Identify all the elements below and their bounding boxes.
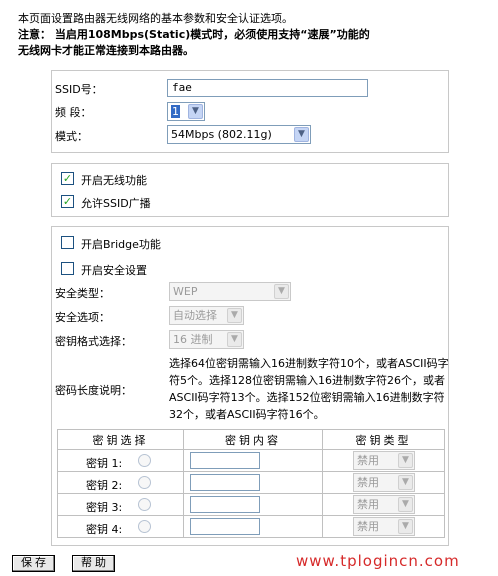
key-label: 密钥 1: bbox=[86, 457, 123, 470]
key-type-cell: 禁用 ▼ bbox=[322, 449, 445, 472]
key-table: 密钥选择 密钥内容 密钥类型 密钥 1: 禁用 ▼ 密钥 2: 禁用 ▼ 密钥 … bbox=[57, 429, 445, 538]
security-checkbox[interactable] bbox=[61, 262, 74, 275]
key-length-label: 密码长度说明： bbox=[55, 384, 132, 397]
key-1-type-select[interactable]: 禁用 ▼ bbox=[353, 451, 415, 470]
key-1-radio[interactable] bbox=[138, 454, 151, 467]
key-length-description: 选择64位密钥需输入16进制数字符10个，或者ASCII码字符5个。选择128位… bbox=[169, 357, 449, 421]
chevron-down-icon: ▼ bbox=[398, 519, 413, 534]
channel-label: 频 段： bbox=[55, 106, 92, 119]
key-content-header: 密钥内容 bbox=[183, 429, 323, 450]
key-4-radio[interactable] bbox=[138, 520, 151, 533]
mode-select[interactable]: 54Mbps (802.11g) ▼ bbox=[167, 125, 311, 144]
security-type-select[interactable]: WEP ▼ bbox=[169, 282, 291, 301]
key-select-cell: 密钥 3: bbox=[57, 493, 184, 516]
security-option-select[interactable]: 自动选择 ▼ bbox=[169, 306, 244, 325]
chevron-down-icon: ▼ bbox=[188, 104, 203, 119]
key-format-label: 密钥格式选择： bbox=[55, 335, 132, 348]
key-format-select[interactable]: 16 进制 ▼ bbox=[169, 330, 244, 349]
key-1-input[interactable] bbox=[190, 452, 260, 469]
table-row: 密钥 1: 禁用 ▼ bbox=[57, 449, 445, 472]
key-type-cell: 禁用 ▼ bbox=[322, 471, 445, 494]
table-row: 密钥 2: 禁用 ▼ bbox=[57, 471, 445, 494]
chevron-down-icon: ▼ bbox=[398, 497, 413, 512]
key-content-cell bbox=[183, 449, 323, 472]
mode-label: 模式： bbox=[55, 130, 88, 143]
security-type-label: 安全类型： bbox=[55, 287, 110, 300]
chevron-down-icon: ▼ bbox=[227, 308, 242, 323]
chevron-down-icon: ▼ bbox=[294, 127, 309, 142]
bridge-checkbox[interactable] bbox=[61, 236, 74, 249]
key-2-type-select[interactable]: 禁用 ▼ bbox=[353, 473, 415, 492]
chevron-down-icon: ▼ bbox=[274, 284, 289, 299]
key-2-radio[interactable] bbox=[138, 476, 151, 489]
key-2-type-value: 禁用 bbox=[357, 476, 379, 489]
key-content-cell bbox=[183, 515, 323, 538]
enable-wireless-label: 开启无线功能 bbox=[81, 174, 147, 187]
enable-wireless-checkbox[interactable]: ✓ bbox=[61, 172, 74, 185]
mode-note: 注意： 当启用108Mbps(Static)模式时，必须使用支持“速展”功能的 … bbox=[18, 27, 488, 59]
key-3-radio[interactable] bbox=[138, 498, 151, 511]
bridge-label: 开启Bridge功能 bbox=[81, 238, 161, 251]
key-label: 密钥 2: bbox=[86, 479, 123, 492]
page-intro: 本页面设置路由器无线网络的基本参数和安全认证选项。 bbox=[18, 12, 293, 25]
key-label: 密钥 4: bbox=[86, 523, 123, 536]
save-button[interactable]: 保存 bbox=[12, 555, 55, 572]
mode-note-line2: 无线网卡才能正常连接到本路由器。 bbox=[18, 44, 194, 57]
ssid-input[interactable]: fae bbox=[167, 79, 368, 97]
security-label: 开启安全设置 bbox=[81, 264, 147, 277]
key-4-type-value: 禁用 bbox=[357, 520, 379, 533]
key-label: 密钥 3: bbox=[86, 501, 123, 514]
key-type-header: 密钥类型 bbox=[322, 429, 445, 450]
help-button[interactable]: 帮助 bbox=[72, 555, 115, 572]
key-1-type-value: 禁用 bbox=[357, 454, 379, 467]
key-format-value: 16 进制 bbox=[173, 333, 213, 346]
key-select-header: 密钥选择 bbox=[57, 429, 184, 450]
chevron-down-icon: ▼ bbox=[398, 475, 413, 490]
watermark: www.tplogincn.com bbox=[296, 552, 460, 570]
key-4-input[interactable] bbox=[190, 518, 260, 535]
table-row: 密钥 3: 禁用 ▼ bbox=[57, 493, 445, 516]
chevron-down-icon: ▼ bbox=[398, 453, 413, 468]
ssid-broadcast-label: 允许SSID广播 bbox=[81, 197, 151, 210]
channel-select[interactable]: 1 ▼ bbox=[167, 102, 205, 121]
mode-note-line1: 注意： 当启用108Mbps(Static)模式时，必须使用支持“速展”功能的 bbox=[18, 28, 370, 41]
key-type-cell: 禁用 ▼ bbox=[322, 515, 445, 538]
key-select-cell: 密钥 1: bbox=[57, 449, 184, 472]
key-2-input[interactable] bbox=[190, 474, 260, 491]
key-content-cell bbox=[183, 471, 323, 494]
table-row: 密钥 4: 禁用 ▼ bbox=[57, 515, 445, 538]
ssid-broadcast-checkbox[interactable]: ✓ bbox=[61, 195, 74, 208]
mode-value: 54Mbps (802.11g) bbox=[171, 128, 272, 141]
security-option-label: 安全选项： bbox=[55, 311, 110, 324]
key-type-cell: 禁用 ▼ bbox=[322, 493, 445, 516]
key-select-cell: 密钥 2: bbox=[57, 471, 184, 494]
key-3-input[interactable] bbox=[190, 496, 260, 513]
key-3-type-select[interactable]: 禁用 ▼ bbox=[353, 495, 415, 514]
key-table-header: 密钥选择 密钥内容 密钥类型 bbox=[57, 429, 445, 450]
security-type-value: WEP bbox=[173, 285, 198, 298]
key-4-type-select[interactable]: 禁用 ▼ bbox=[353, 517, 415, 536]
key-select-cell: 密钥 4: bbox=[57, 515, 184, 538]
chevron-down-icon: ▼ bbox=[227, 332, 242, 347]
security-option-value: 自动选择 bbox=[173, 309, 217, 322]
channel-value: 1 bbox=[171, 105, 180, 118]
key-3-type-value: 禁用 bbox=[357, 498, 379, 511]
key-content-cell bbox=[183, 493, 323, 516]
ssid-label: SSID号： bbox=[55, 83, 103, 96]
